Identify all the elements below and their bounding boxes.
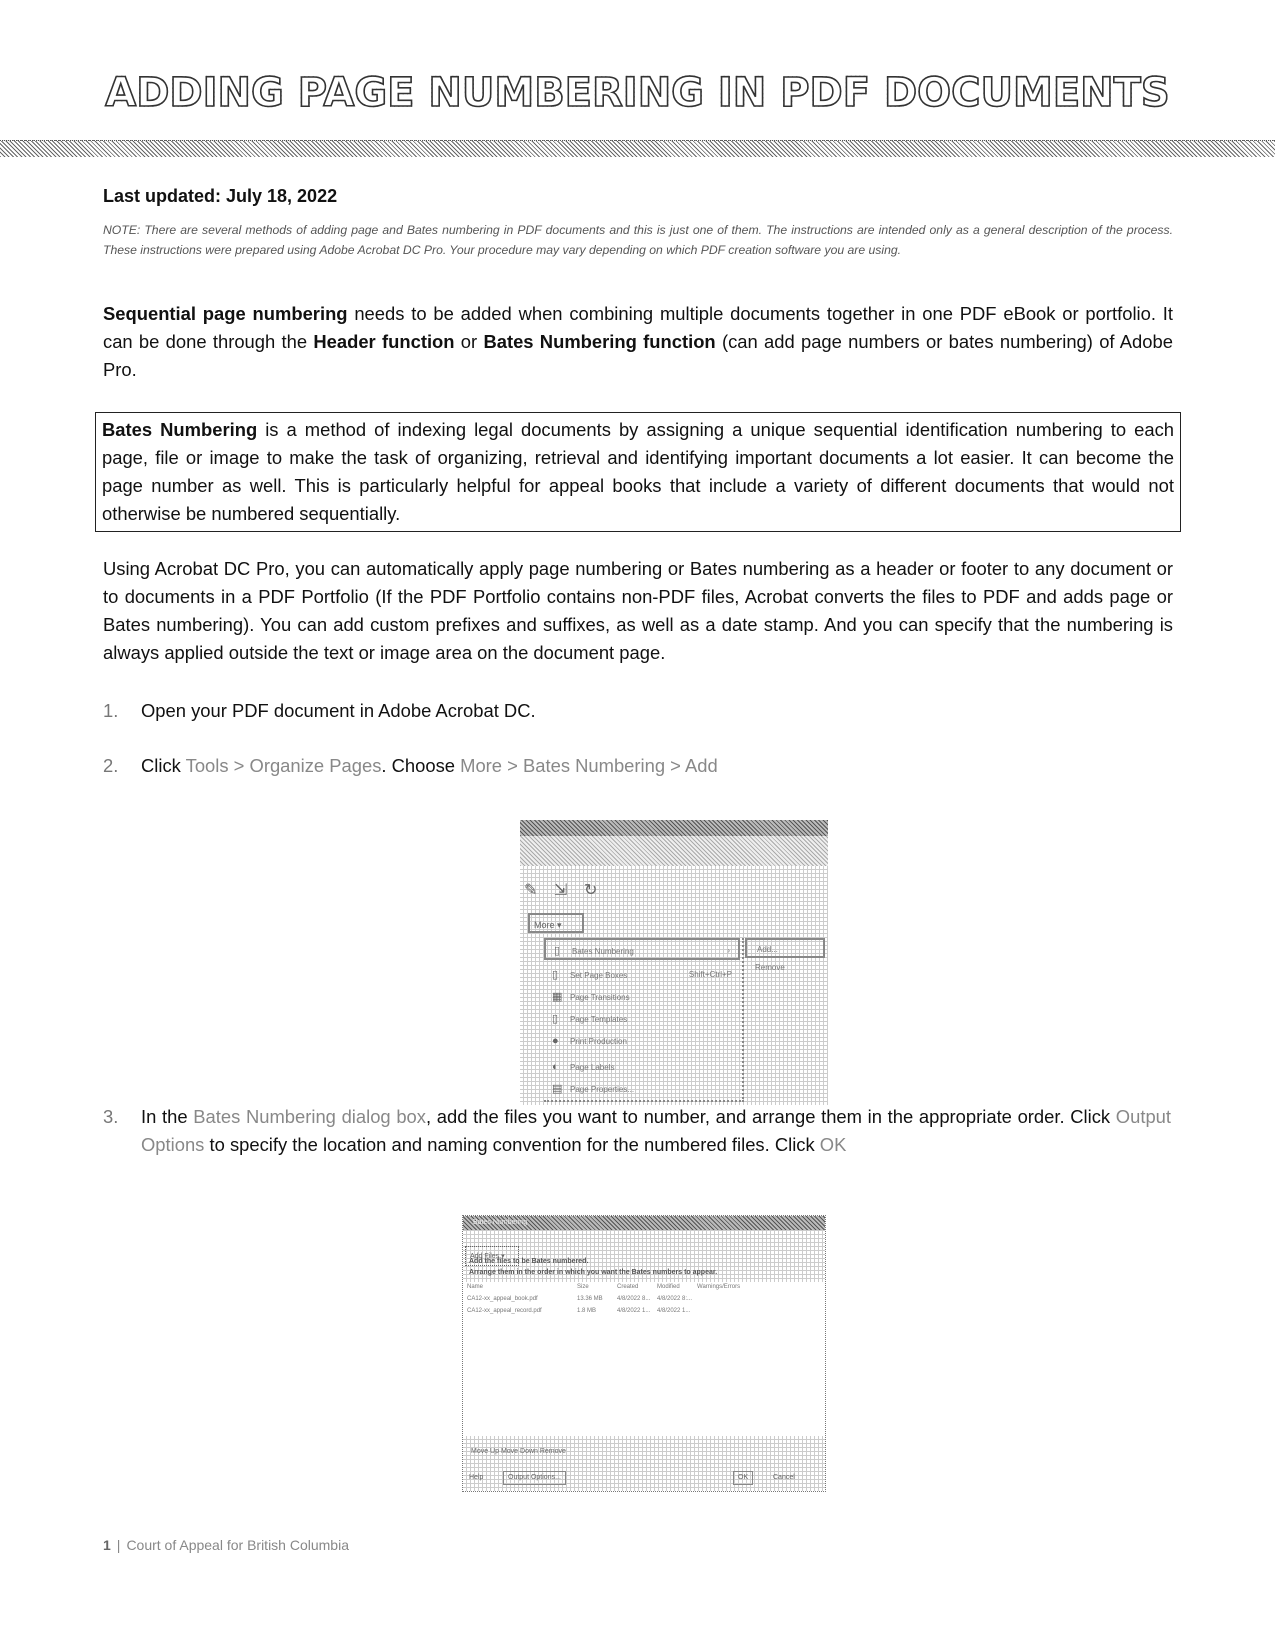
menu-item-bates-numbering: ▯ Bates Numbering › <box>544 938 740 960</box>
properties-icon: ▤ <box>552 1083 563 1095</box>
file-size: 1.8 MB <box>577 1308 597 1314</box>
more-button: More ▾ <box>528 913 584 933</box>
bates-definition-box: Bates Numbering is a method of indexing … <box>95 412 1181 532</box>
ok-button: OK <box>733 1471 754 1485</box>
menu-item-label: Set Page Boxes <box>570 971 628 980</box>
column-header: Warnings/Errors <box>697 1284 741 1290</box>
page-number: 1 <box>103 1537 111 1553</box>
column-header: Created <box>617 1284 639 1290</box>
step-text: In the Bates Numbering dialog box, add t… <box>141 1103 1171 1159</box>
overview-paragraph: Using Acrobat DC Pro, you can automatica… <box>103 558 1173 663</box>
file-size: 13.36 MB <box>577 1296 603 1302</box>
definition-term: Bates Numbering <box>102 419 258 440</box>
menu-item-page-labels: ◐ Page Labels <box>544 1056 740 1078</box>
submenu-item-add: Add... <box>745 938 825 958</box>
intro-bold-header: Header function <box>313 331 455 352</box>
ok-ref: OK <box>819 1134 847 1155</box>
footer-org: Court of Appeal for British Columbia <box>126 1537 349 1553</box>
file-created: 4/8/2022 8... <box>617 1296 651 1302</box>
column-header: Name <box>467 1284 484 1290</box>
definition-text: is a method of indexing legal documents … <box>102 419 1174 524</box>
last-updated: Last updated: July 18, 2022 <box>103 186 338 206</box>
file-row: CA12-xx_appeal_record.pdf 1.8 MB 4/8/202… <box>467 1308 817 1320</box>
file-list: Name Size Created Modified Warnings/Erro… <box>467 1284 817 1320</box>
submenu-arrow: › <box>727 946 730 955</box>
menu-item-page-properties: ▤ Page Properties... <box>544 1078 740 1100</box>
list-tools: Move Up Move Down Remove <box>471 1448 566 1455</box>
step-text: Open your PDF document in Adobe Acrobat … <box>141 700 536 721</box>
bates-submenu: Add... Remove <box>745 938 825 978</box>
menu-item-label: Page Transitions <box>570 993 630 1002</box>
bates-icon: ▯ <box>554 945 561 957</box>
menu-item-label: Page Templates <box>570 1015 628 1024</box>
page-footer: 1 | Court of Appeal for British Columbia <box>103 1537 349 1553</box>
bates-dialog-screenshot: Bates Numbering Add Files ▾ Add the file… <box>462 1215 826 1492</box>
menu-path-tools: Tools > Organize Pages <box>185 755 382 776</box>
help-button: Help <box>469 1474 484 1481</box>
file-modified: 4/8/2022 1... <box>657 1308 691 1314</box>
step-text-part: In the <box>141 1106 194 1127</box>
step-text-part: , add the files you want to number, and … <box>425 1106 1116 1127</box>
title-bar <box>520 820 828 836</box>
step-text-part: to specify the location and naming conve… <box>204 1134 820 1155</box>
intro-bold-sequential: Sequential page numbering <box>103 303 348 324</box>
menu-item-set-page-boxes: ▯ Set Page Boxes Shift+Ctrl+P <box>544 964 740 986</box>
dialog-title-bar: Bates Numbering <box>463 1216 825 1230</box>
file-name: CA12-xx_appeal_book.pdf <box>467 1296 538 1302</box>
dialog-footer: Move Up Move Down Remove Help Output Opt… <box>463 1436 825 1491</box>
labels-icon: ◐ <box>552 1061 559 1073</box>
templates-icon: ▯ <box>552 1013 559 1025</box>
column-header: Size <box>577 1284 589 1290</box>
step-number: 1. <box>103 700 119 721</box>
insert-icon: ⇲ <box>554 882 568 899</box>
dialog-name: Bates Numbering dialog box <box>193 1106 426 1127</box>
dialog-instruction: Add the files to be Bates numbered. <box>469 1258 589 1265</box>
step-number: 3. <box>103 1106 119 1127</box>
file-row: CA12-xx_appeal_book.pdf 13.36 MB 4/8/202… <box>467 1296 817 1308</box>
file-list-header: Name Size Created Modified Warnings/Erro… <box>467 1284 817 1296</box>
menu-item-label: Bates Numbering <box>572 947 634 956</box>
menu-item-label: Print Production <box>570 1037 627 1046</box>
step-text-part: Click <box>141 755 186 776</box>
step-text-part: . Choose <box>381 755 461 776</box>
toolbar-strip <box>520 836 828 866</box>
cancel-button: Cancel <box>773 1474 795 1481</box>
menu-item-label: Page Labels <box>570 1063 615 1072</box>
rotate-icon: ↻ <box>584 882 598 899</box>
edit-icon: ✎ <box>524 882 538 899</box>
transitions-icon: ▦ <box>552 991 563 1003</box>
dialog-instruction: Arrange them in the order in which you w… <box>469 1269 718 1276</box>
footer-separator: | <box>116 1537 121 1553</box>
output-options-button: Output Options... <box>503 1471 566 1485</box>
menu-item-page-transitions: ▦ Page Transitions <box>544 986 740 1008</box>
page-boxes-icon: ▯ <box>552 969 559 981</box>
acrobat-menu-screenshot: ✎ ⇲ ↻ More ▾ ▯ Bates Numbering › ▯ Set Page… <box>520 820 828 1105</box>
file-name: CA12-xx_appeal_record.pdf <box>467 1308 542 1314</box>
menu-path-more: More > Bates Numbering > Add <box>460 755 718 776</box>
file-created: 4/8/2022 1... <box>617 1308 651 1314</box>
submenu-item-remove: Remove <box>755 963 785 972</box>
intro-text: or <box>454 331 484 352</box>
intro-bold-bates: Bates Numbering function <box>483 331 716 352</box>
page-title: ADDING PAGE NUMBERING IN PDF DOCUMENTS <box>0 69 1275 117</box>
menu-item-page-templates: ▯ Page Templates <box>544 1008 740 1030</box>
menu-shortcut: Shift+Ctrl+P <box>688 970 732 979</box>
menu-item-print-production: ● Print Production <box>544 1030 740 1052</box>
file-modified: 4/8/2022 8:... <box>657 1296 693 1302</box>
step-text: Click Tools > Organize Pages. Choose Mor… <box>141 752 1171 780</box>
more-menu: ▯ Bates Numbering › ▯ Set Page Boxes Shift+C… <box>544 938 744 1102</box>
menu-item-label: Page Properties... <box>570 1085 635 1094</box>
print-icon: ● <box>552 1035 559 1047</box>
column-header: Modified <box>657 1284 680 1290</box>
disclaimer-note: NOTE: There are several methods of addin… <box>103 223 1173 257</box>
step-number: 2. <box>103 755 119 776</box>
dialog-header: Add Files ▾ Add the files to be Bates nu… <box>463 1230 825 1282</box>
intro-paragraph: Sequential page numbering needs to be ad… <box>103 300 1173 384</box>
title-divider <box>0 140 1275 157</box>
